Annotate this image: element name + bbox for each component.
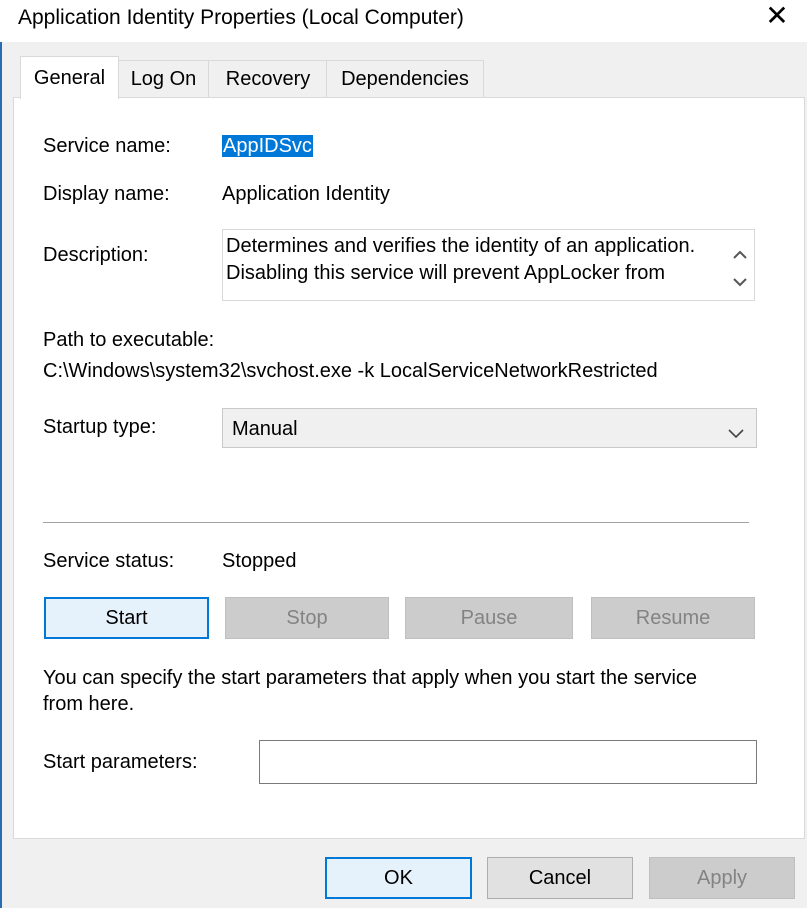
tab-log-on[interactable]: Log On	[117, 60, 210, 97]
dropdown-chevron-icon	[728, 422, 744, 445]
title-bar[interactable]: Application Identity Properties (Local C…	[0, 0, 807, 42]
description-text: Determines and verifies the identity of …	[226, 233, 726, 287]
ok-button[interactable]: OK	[325, 857, 472, 899]
resume-button[interactable]: Resume	[591, 597, 755, 639]
path-label: Path to executable:	[43, 329, 215, 351]
chevron-down-icon	[733, 271, 747, 292]
tab-dependencies[interactable]: Dependencies	[326, 60, 484, 97]
close-button[interactable]: ✕	[752, 0, 802, 32]
start-params-hint-line-2: from here.	[43, 693, 135, 715]
scroll-down-button[interactable]	[727, 266, 753, 296]
tab-dependencies-label: Dependencies	[341, 68, 469, 90]
start-params-input[interactable]	[259, 740, 757, 784]
startup-type-label: Startup type:	[43, 416, 157, 438]
pause-button[interactable]: Pause	[405, 597, 573, 639]
service-status-value: Stopped	[222, 550, 297, 572]
close-icon: ✕	[765, 0, 789, 31]
tab-recovery[interactable]: Recovery	[208, 60, 328, 97]
cancel-button[interactable]: Cancel	[487, 857, 633, 899]
separator	[43, 522, 749, 523]
start-params-hint-line-1: You can specify the start parameters tha…	[43, 667, 698, 689]
start-button[interactable]: Start	[44, 597, 209, 639]
description-line-1: Determines and verifies the identity of …	[226, 235, 696, 257]
description-line-2: Disabling this service will prevent AppL…	[226, 262, 666, 284]
window-edge	[0, 0, 2, 908]
service-name-value[interactable]: AppIDSvc	[222, 133, 313, 159]
service-status-label: Service status:	[43, 550, 175, 572]
tab-recovery-label: Recovery	[225, 68, 311, 90]
tab-general-label: General	[33, 67, 106, 89]
service-name-selection: AppIDSvc	[222, 135, 313, 157]
tab-general[interactable]: General	[20, 56, 119, 99]
display-name-label: Display name:	[43, 183, 170, 205]
scroll-up-button[interactable]	[727, 234, 753, 264]
startup-type-select[interactable]: Manual	[222, 408, 757, 448]
window-title: Application Identity Properties (Local C…	[18, 6, 464, 29]
description-textbox[interactable]: Determines and verifies the identity of …	[222, 229, 755, 301]
general-tab-panel	[13, 97, 805, 839]
tab-log-on-label: Log On	[130, 68, 197, 90]
display-name-value[interactable]: Application Identity	[222, 181, 390, 207]
description-label: Description:	[43, 244, 149, 266]
apply-button[interactable]: Apply	[649, 857, 795, 899]
start-params-label: Start parameters:	[43, 751, 198, 773]
path-value[interactable]: C:\Windows\system32\svchost.exe -k Local…	[43, 358, 658, 384]
chevron-up-icon	[733, 243, 747, 264]
service-name-label: Service name:	[43, 135, 171, 157]
startup-type-value: Manual	[232, 418, 298, 440]
stop-button[interactable]: Stop	[225, 597, 389, 639]
